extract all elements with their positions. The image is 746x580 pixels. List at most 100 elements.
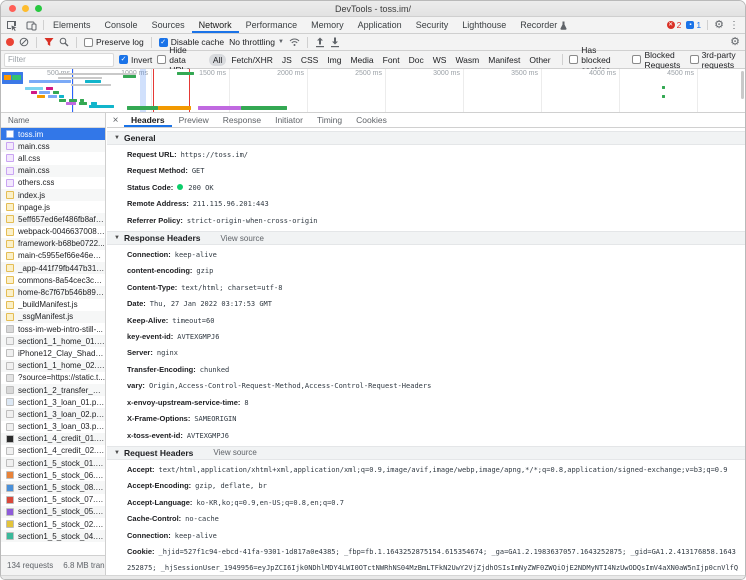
filter-type-media[interactable]: Media	[346, 54, 377, 66]
details-tab-preview[interactable]: Preview	[172, 113, 216, 127]
blocked-requests-checkbox[interactable]: Blocked Requests	[632, 50, 684, 70]
tab-security[interactable]: Security	[409, 17, 456, 33]
overview-scrollbar[interactable]	[741, 71, 744, 99]
device-toolbar-icon[interactable]	[21, 17, 41, 33]
clear-icon[interactable]	[19, 37, 29, 47]
request-row[interactable]: home-8c7f67b546b899...	[1, 286, 105, 299]
request-row[interactable]: section1_2_transfer_02....	[1, 383, 105, 397]
throttling-select[interactable]: No throttling ▼	[229, 37, 284, 47]
filter-type-img[interactable]: Img	[323, 54, 345, 66]
request-row[interactable]: toss-im-web-intro-still-...	[1, 323, 105, 335]
checkbox-unchecked[interactable]	[569, 55, 579, 64]
view-source-link[interactable]: View source	[221, 234, 264, 243]
search-icon[interactable]	[59, 37, 69, 47]
details-tab-timing[interactable]: Timing	[310, 113, 349, 127]
request-row[interactable]: section1_3_loan_01.png	[1, 396, 105, 408]
request-row[interactable]: section1_5_stock_06.png	[1, 469, 105, 481]
request-row[interactable]: section1_4_credit_01.png	[1, 432, 105, 445]
filter-type-doc[interactable]: Doc	[405, 54, 428, 66]
name-column-header[interactable]: Name	[1, 113, 105, 128]
request-row[interactable]: toss.im	[1, 128, 105, 141]
tab-memory[interactable]: Memory	[304, 17, 351, 33]
request-row[interactable]: section1_5_stock_02.png	[1, 518, 105, 530]
request-row[interactable]: section1_1_home_01.png	[1, 335, 105, 348]
request-name: section1_2_transfer_02....	[18, 385, 105, 395]
filter-type-all[interactable]: All	[208, 53, 227, 66]
checkbox-checked[interactable]: ✓	[119, 55, 128, 64]
filter-type-other[interactable]: Other	[525, 54, 554, 66]
invert-checkbox[interactable]: ✓ Invert	[119, 55, 152, 65]
filter-type-js[interactable]: JS	[278, 54, 296, 66]
third-party-requests-checkbox[interactable]: 3rd-party requests	[689, 50, 742, 70]
request-row[interactable]: commons-8a54cec3cd...	[1, 274, 105, 286]
network-settings-gear-icon[interactable]: ⚙	[730, 36, 740, 48]
network-overview-timeline[interactable]: 500 ms1000 ms1500 ms2000 ms2500 ms3000 m…	[1, 69, 745, 113]
request-row[interactable]: section1_5_stock_05.png	[1, 505, 105, 518]
close-icon[interactable]: ×	[107, 113, 124, 127]
filter-type-fetch-xhr[interactable]: Fetch/XHR	[227, 54, 277, 66]
import-har-icon[interactable]	[315, 37, 325, 48]
tab-application[interactable]: Application	[351, 17, 409, 33]
request-row[interactable]: section1_5_stock_01.png	[1, 457, 105, 470]
more-options-icon[interactable]: ⋮	[729, 20, 739, 31]
request-row[interactable]: 5eff657ed6ef486fb8af2...	[1, 213, 105, 226]
details-tab-response[interactable]: Response	[216, 113, 268, 127]
request-row[interactable]: webpack-0046637008d...	[1, 226, 105, 238]
general-section-header[interactable]: ▼ General	[107, 131, 745, 145]
checkbox-unchecked[interactable]	[84, 37, 93, 47]
request-row[interactable]: main.css	[1, 140, 105, 153]
issues-badge[interactable]: ▪ 1	[686, 20, 701, 30]
export-har-icon[interactable]	[330, 37, 340, 48]
filter-type-css[interactable]: CSS	[297, 54, 322, 66]
filter-input[interactable]	[4, 52, 114, 67]
request-row[interactable]: _ssgManifest.js	[1, 310, 105, 323]
inspect-element-icon[interactable]	[1, 17, 21, 33]
tab-performance[interactable]: Performance	[239, 17, 305, 33]
img-file-icon	[6, 373, 14, 382]
details-tab-headers[interactable]: Headers	[124, 113, 172, 127]
request-row[interactable]: ?source=https://static.t...	[1, 372, 105, 384]
request-row[interactable]: framework-b68be0722...	[1, 237, 105, 250]
tab-sources[interactable]: Sources	[145, 17, 192, 33]
details-tab-initiator[interactable]: Initiator	[268, 113, 310, 127]
request-row[interactable]: section1_3_loan_02.png	[1, 408, 105, 421]
tab-console[interactable]: Console	[98, 17, 145, 33]
request-row[interactable]: index.js	[1, 188, 105, 202]
request-row[interactable]: _buildManifest.js	[1, 299, 105, 311]
request-row[interactable]: section1_5_stock_07.png	[1, 494, 105, 506]
response-headers-section-header[interactable]: ▼ Response Headers View source	[107, 231, 745, 246]
details-tab-cookies[interactable]: Cookies	[349, 113, 394, 127]
request-row[interactable]: section1_1_home_02.png	[1, 359, 105, 372]
filter-funnel-icon[interactable]	[44, 37, 54, 47]
checkbox-unchecked[interactable]	[632, 55, 642, 64]
filter-type-wasm[interactable]: Wasm	[451, 54, 483, 66]
filter-type-ws[interactable]: WS	[429, 54, 451, 66]
request-row[interactable]: section1_5_stock_08.png	[1, 481, 105, 494]
console-errors-badge[interactable]: ✕ 2	[666, 20, 681, 30]
settings-gear-icon[interactable]: ⚙	[714, 19, 724, 31]
request-headers-section-header[interactable]: ▼ Request Headers View source	[107, 445, 745, 460]
tab-network[interactable]: Network	[192, 17, 239, 33]
tab-elements[interactable]: Elements	[46, 17, 98, 33]
tab-lighthouse[interactable]: Lighthouse	[455, 17, 513, 33]
record-network-log-button[interactable]	[6, 38, 14, 46]
network-conditions-icon[interactable]	[289, 37, 300, 47]
request-row[interactable]: all.css	[1, 152, 105, 164]
checkbox-unchecked[interactable]	[689, 55, 699, 64]
request-row[interactable]: section1_5_stock_04.png	[1, 530, 105, 543]
tab-recorder[interactable]: Recorder	[513, 17, 574, 33]
checkbox-unchecked[interactable]	[157, 55, 167, 64]
request-row[interactable]: inpage.js	[1, 201, 105, 213]
preserve-log-checkbox[interactable]: Preserve log	[84, 37, 144, 47]
request-row[interactable]: section1_3_loan_03.png	[1, 421, 105, 433]
filter-type-manifest[interactable]: Manifest	[484, 54, 524, 66]
filter-type-font[interactable]: Font	[379, 54, 404, 66]
request-row[interactable]: iPhone12_Clay_Shado...	[1, 347, 105, 359]
view-source-link[interactable]: View source	[213, 448, 256, 457]
request-row[interactable]: _app-441f79fb447b315...	[1, 262, 105, 275]
request-row[interactable]: section1_4_credit_02.png	[1, 445, 105, 457]
request-row[interactable]: main.css	[1, 164, 105, 177]
request-row[interactable]: main-c5955ef66e46ead...	[1, 250, 105, 262]
request-row[interactable]: others.css	[1, 177, 105, 189]
timeline-tick-label: 3500 ms	[511, 70, 538, 77]
